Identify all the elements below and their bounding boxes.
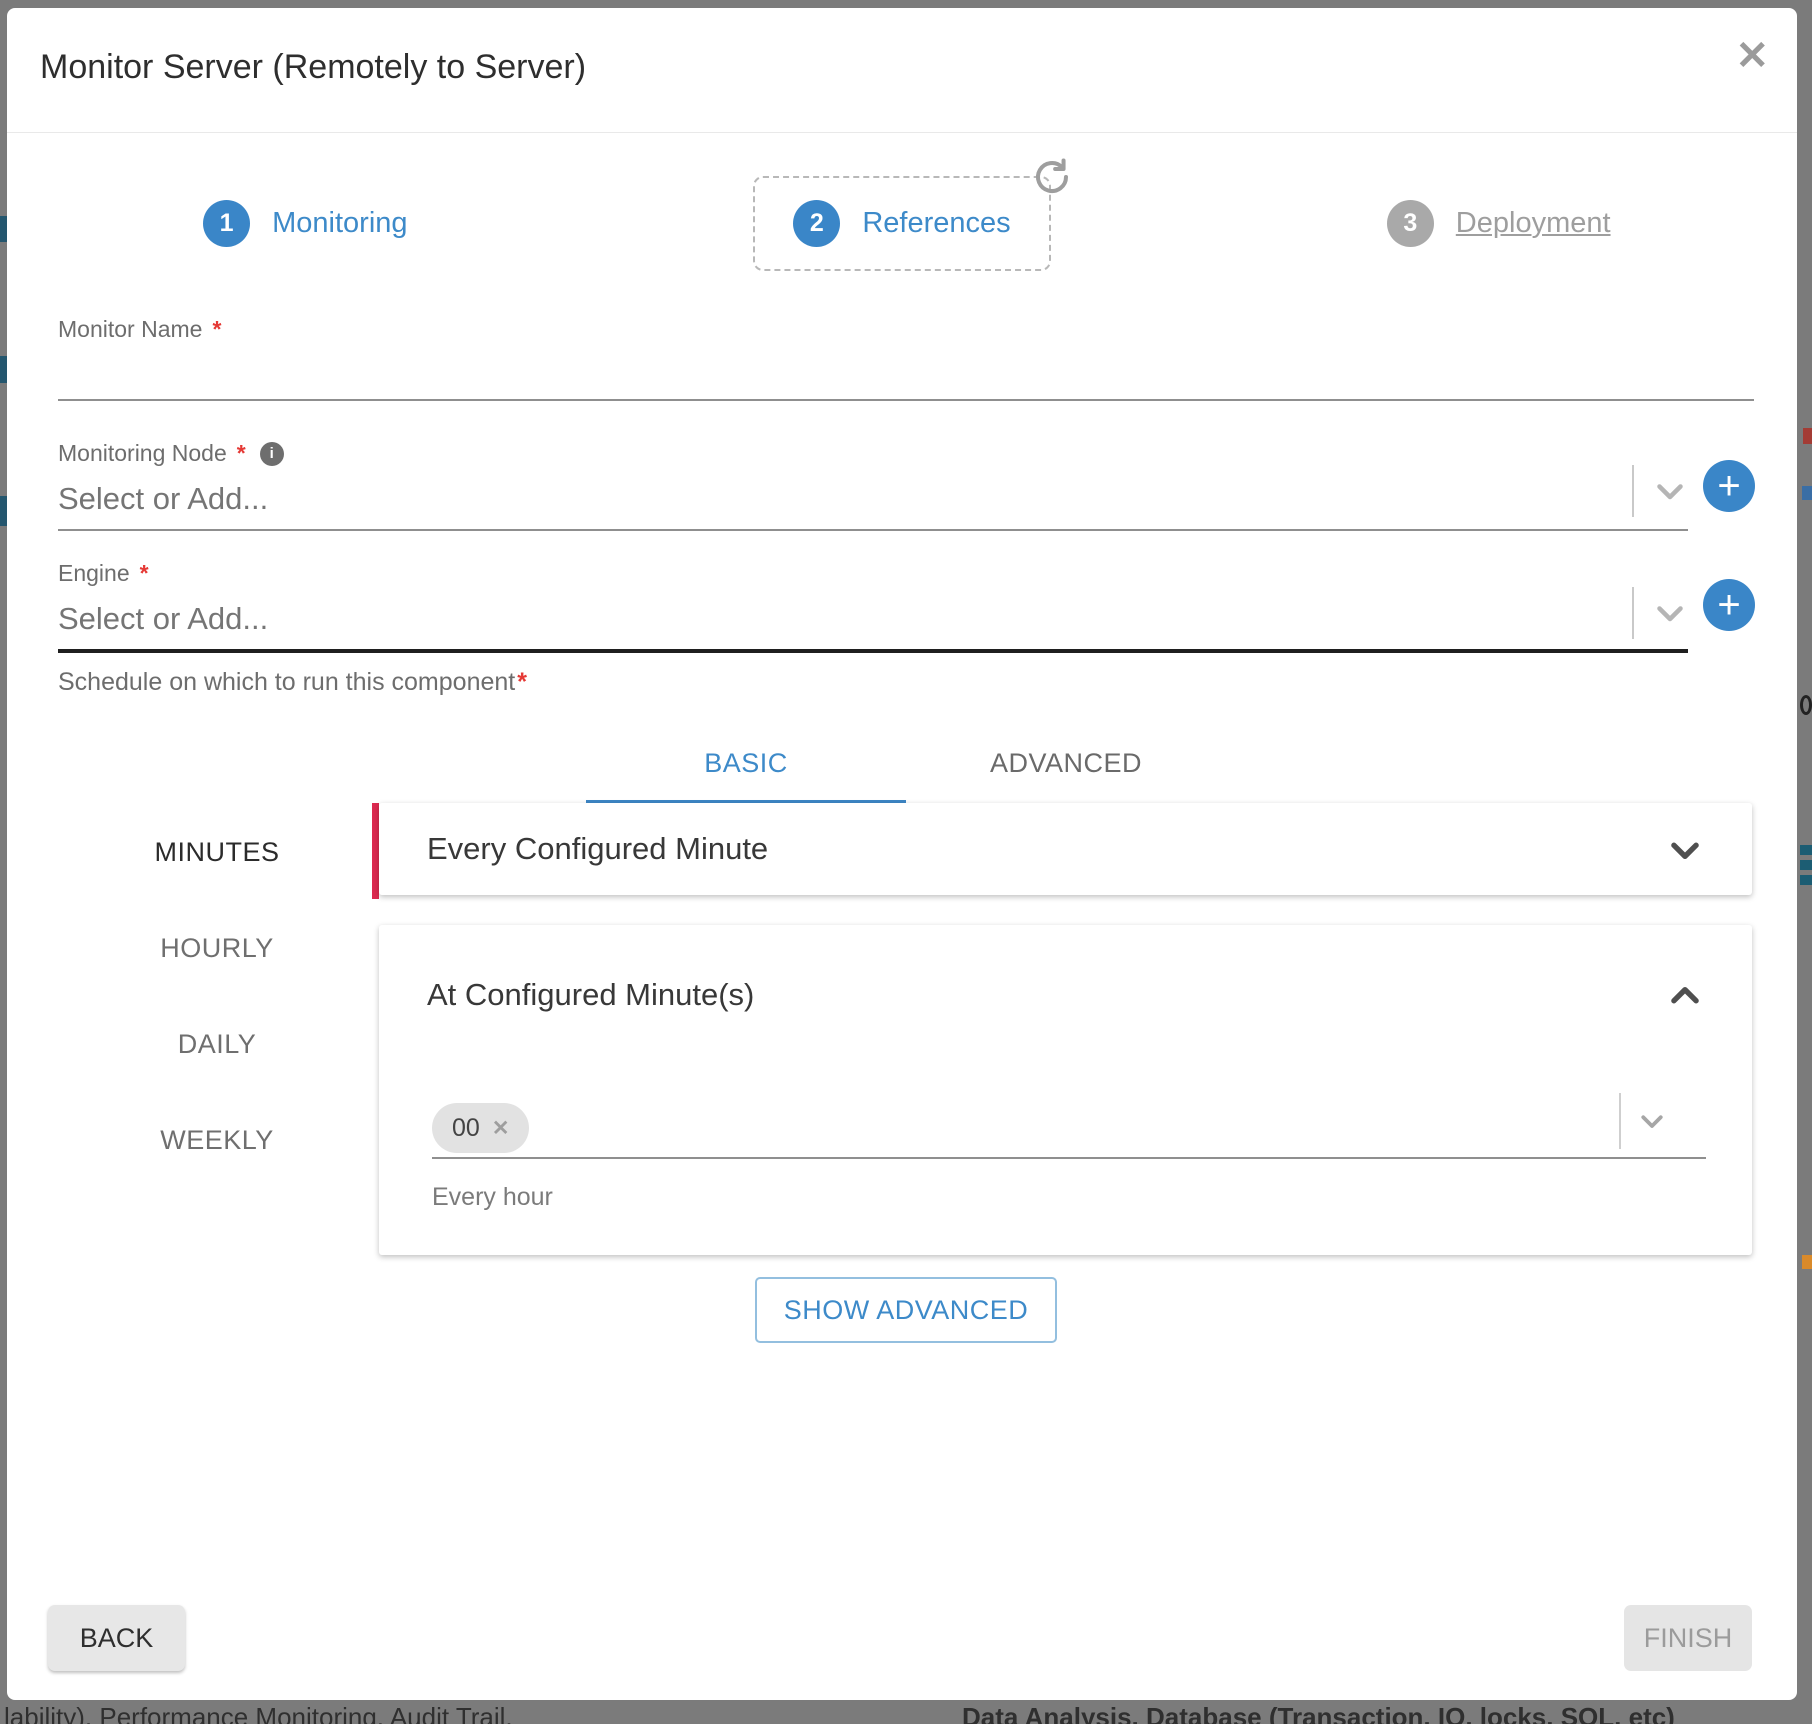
step-number-badge: 2 [793, 200, 840, 247]
monitoring-node-field: Monitoring Node* i Select or Add... [58, 440, 1688, 531]
monitoring-node-label: Monitoring Node* i [58, 440, 1688, 467]
frequency-daily[interactable]: DAILY [107, 996, 327, 1092]
background-page-text-left: lability), Performance Monitoring, Audit… [4, 1702, 513, 1724]
backdrop-artifact [0, 216, 7, 242]
chevron-down-icon[interactable] [1637, 1106, 1667, 1136]
info-icon[interactable]: i [260, 442, 284, 466]
engine-field: Engine* Select or Add... [58, 560, 1688, 653]
step-label: References [862, 207, 1010, 240]
backdrop-artifact [1800, 875, 1812, 885]
monitoring-node-select[interactable]: Select or Add... [58, 481, 1688, 517]
backdrop-artifact [1800, 845, 1812, 855]
input-underline [58, 529, 1688, 531]
chevron-down-icon[interactable] [1666, 831, 1704, 869]
required-asterisk: * [140, 560, 149, 587]
frequency-hourly[interactable]: HOURLY [107, 900, 327, 996]
background-page-text-right: Data Analysis, Database (Transaction, IO… [962, 1702, 1675, 1724]
frequency-weekly[interactable]: WEEKLY [107, 1092, 327, 1188]
selected-frequency-indicator [372, 803, 379, 899]
add-monitoring-node-button[interactable]: + [1703, 460, 1755, 512]
monitor-name-label: Monitor Name* [58, 316, 1754, 343]
schedule-tabs: BASIC ADVANCED [586, 724, 1226, 804]
select-divider [1632, 465, 1634, 517]
required-asterisk: * [237, 440, 246, 467]
wizard-stepper: 1 Monitoring 2 References 3 Deployment [7, 158, 1797, 288]
step-deployment[interactable]: 3 Deployment [1387, 200, 1611, 247]
step-monitoring[interactable]: 1 Monitoring [203, 200, 407, 247]
backdrop-artifact [1800, 695, 1812, 715]
step-number-badge: 1 [203, 200, 250, 247]
show-advanced-button[interactable]: SHOW ADVANCED [755, 1277, 1057, 1343]
backdrop-artifact [1802, 486, 1812, 500]
select-divider [1619, 1093, 1621, 1149]
step-number-badge: 3 [1387, 200, 1434, 247]
input-underline-focused [58, 649, 1688, 653]
chevron-down-icon[interactable] [1652, 473, 1688, 509]
screen: lability), Performance Monitoring, Audit… [0, 0, 1812, 1724]
engine-select[interactable]: Select or Add... [58, 601, 1688, 637]
dialog-title: Monitor Server (Remotely to Server) [40, 48, 586, 87]
chevron-up-icon[interactable] [1666, 977, 1704, 1015]
backdrop-artifact [1803, 428, 1812, 444]
input-underline [432, 1157, 1706, 1159]
frequency-minutes[interactable]: MINUTES [107, 804, 327, 900]
schedule-section-label: Schedule on which to run this component* [58, 668, 527, 697]
backdrop-artifact [0, 356, 7, 383]
monitor-name-input[interactable] [58, 343, 1754, 399]
refresh-icon[interactable] [1031, 156, 1073, 198]
input-underline [58, 399, 1754, 401]
panel-title: At Configured Minute(s) [427, 967, 754, 1023]
step-label: Monitoring [272, 207, 407, 240]
select-divider [1632, 587, 1634, 639]
backdrop-artifact [0, 496, 7, 526]
chevron-down-icon[interactable] [1652, 595, 1688, 631]
monitor-server-dialog: Monitor Server (Remotely to Server) ✕ 1 … [7, 8, 1797, 1700]
monitor-name-field: Monitor Name* [58, 316, 1754, 401]
add-engine-button[interactable]: + [1703, 579, 1755, 631]
backdrop-artifact [1802, 1255, 1812, 1269]
minute-chip-value: 00 [452, 1114, 480, 1143]
close-icon[interactable]: ✕ [1735, 36, 1769, 76]
backdrop-artifact [1800, 860, 1812, 870]
back-button[interactable]: BACK [48, 1605, 185, 1671]
tab-basic[interactable]: BASIC [586, 724, 906, 803]
frequency-list: MINUTES HOURLY DAILY WEEKLY [107, 804, 327, 1188]
step-label: Deployment [1456, 207, 1611, 240]
finish-button: FINISH [1624, 1605, 1752, 1671]
minute-mode-dropdown[interactable]: Every Configured Minute [379, 803, 1752, 895]
chip-remove-icon[interactable]: ✕ [492, 1116, 510, 1141]
step-references[interactable]: 2 References [753, 176, 1050, 271]
minutes-helper-text: Every hour [432, 1183, 553, 1212]
minute-chip: 00 ✕ [432, 1103, 529, 1153]
dialog-header: Monitor Server (Remotely to Server) ✕ [7, 8, 1797, 133]
configured-minutes-panel: At Configured Minute(s) 00 ✕ Every hour [379, 925, 1752, 1255]
required-asterisk: * [212, 316, 221, 343]
background-page-strip: lability), Performance Monitoring, Audit… [0, 1700, 1812, 1724]
tab-advanced[interactable]: ADVANCED [906, 724, 1226, 803]
engine-label: Engine* [58, 560, 1688, 587]
required-asterisk: * [517, 668, 527, 696]
minute-mode-value: Every Configured Minute [427, 803, 768, 895]
